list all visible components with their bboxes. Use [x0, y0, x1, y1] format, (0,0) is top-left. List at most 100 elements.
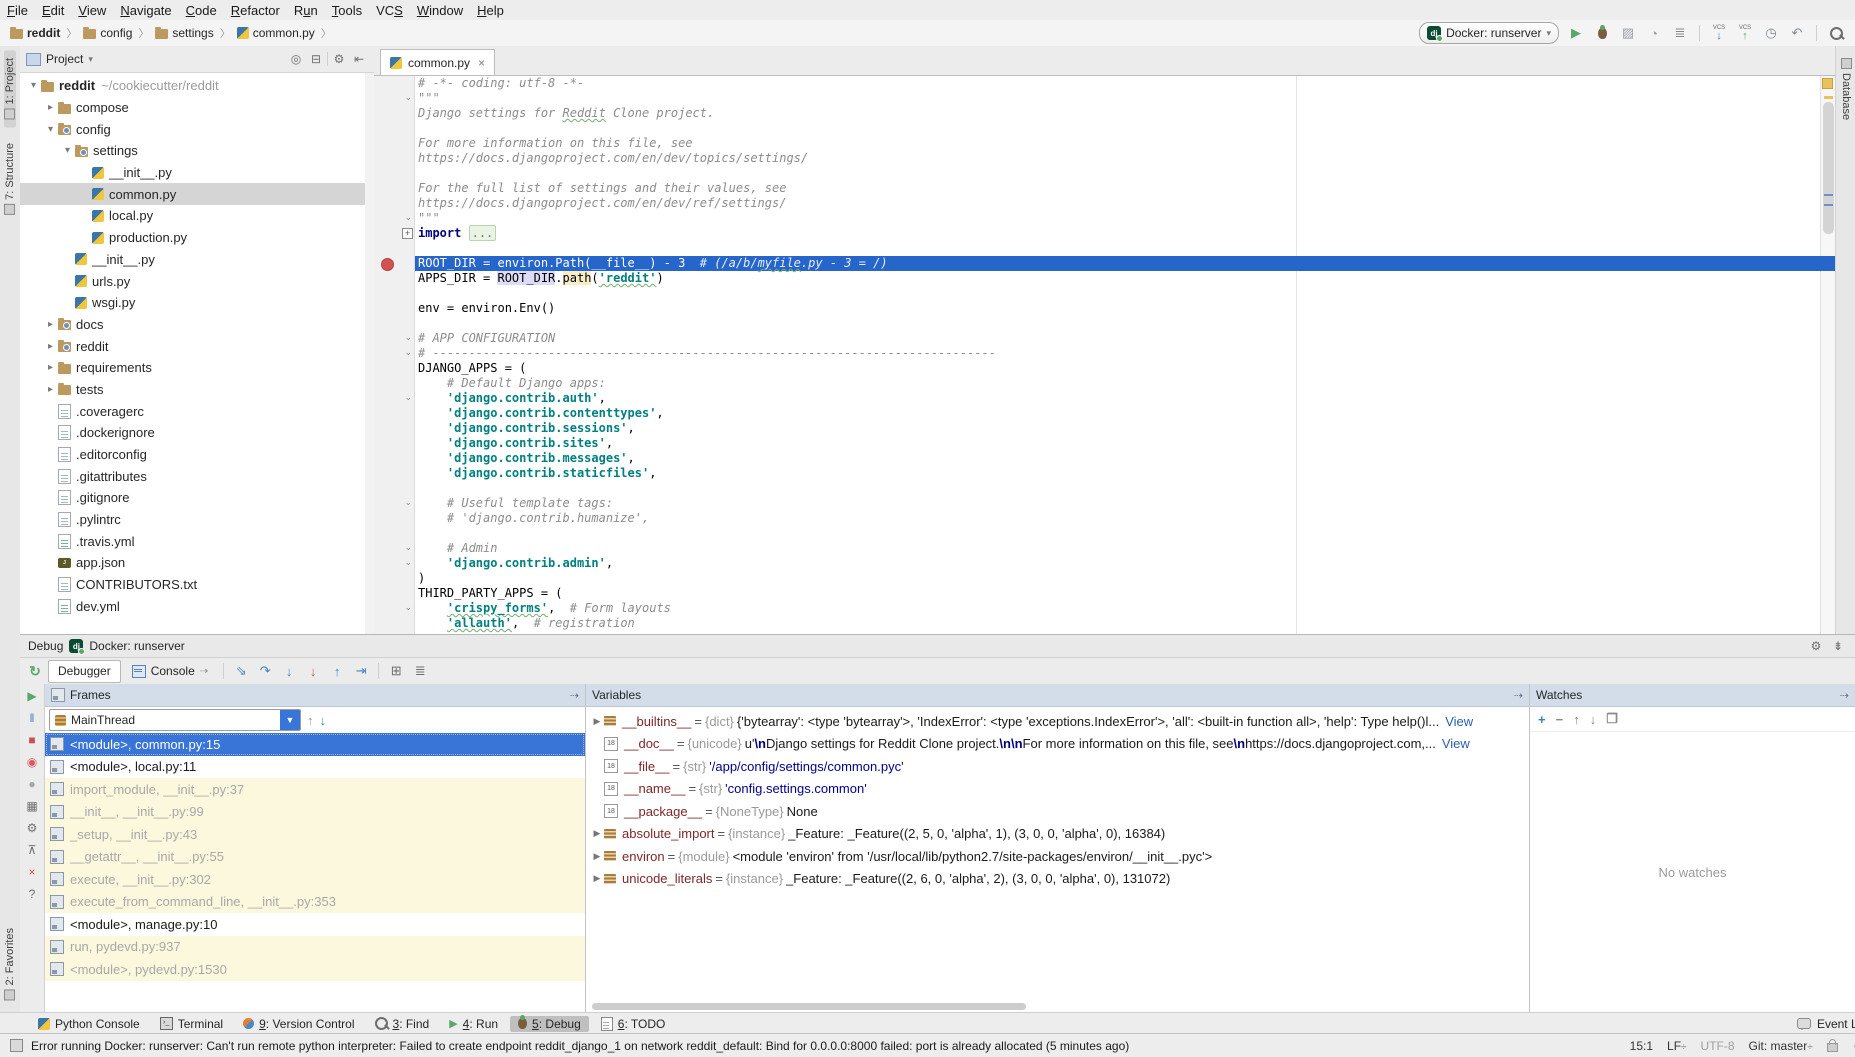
tree-item-common-py[interactable]: common.py — [20, 183, 374, 205]
gutter-row[interactable]: ⌄ — [374, 541, 414, 556]
toolwindow-button-7-structure[interactable]: 7: Structure — [4, 135, 16, 223]
gutter-row[interactable] — [374, 286, 414, 301]
code-line[interactable]: # --------------------------------------… — [418, 346, 1835, 361]
code-line[interactable]: 'crispy_forms', # Form layouts — [418, 601, 1835, 616]
hide-frames-icon[interactable]: ⇢ — [570, 689, 579, 702]
thread-select[interactable]: MainThread ▼ — [49, 709, 301, 731]
toolwindow-toggle-icon[interactable] — [10, 1039, 23, 1052]
step-over-icon[interactable]: ↷ — [254, 663, 276, 679]
gutter-row[interactable]: ⌄ — [374, 346, 414, 361]
gutter-row[interactable] — [374, 316, 414, 331]
code-line[interactable]: # -*- coding: utf-8 -*- — [418, 76, 1835, 91]
hide-panel-icon[interactable]: ⇤ — [350, 52, 368, 66]
next-frame-icon[interactable]: ↓ — [320, 713, 327, 728]
frame-row[interactable]: _setup, __init__.py:43 — [45, 823, 585, 846]
threads-view-icon[interactable]: ≣ — [409, 663, 431, 679]
gutter-row[interactable]: ⌄ — [374, 556, 414, 571]
code-line[interactable] — [418, 481, 1835, 496]
gutter-row[interactable] — [374, 256, 414, 271]
frame-row[interactable]: __init__, __init__.py:99 — [45, 801, 585, 824]
view-breakpoints-icon[interactable]: ◉ — [27, 756, 37, 769]
view-link[interactable]: View — [1442, 736, 1470, 751]
caret-position[interactable]: 15:1 — [1630, 1039, 1653, 1053]
code-line[interactable] — [418, 166, 1835, 181]
tree-item-__init__-py[interactable]: __init__.py — [20, 162, 374, 184]
code-line[interactable]: env = environ.Env() — [418, 301, 1835, 316]
menu-item-help[interactable]: Help — [470, 3, 511, 18]
fold-marker-icon[interactable]: ⌄ — [404, 212, 412, 223]
collapse-all-icon[interactable]: ⊟ — [307, 52, 325, 66]
scroll-to-source-icon[interactable]: ◎ — [287, 52, 305, 66]
variable-row[interactable]: ▶__builtins__={dict}{'bytearray': <type … — [586, 710, 1529, 733]
code-line[interactable] — [418, 121, 1835, 136]
gutter-row[interactable] — [374, 436, 414, 451]
gutter-row[interactable] — [374, 466, 414, 481]
breadcrumb-item-reddit[interactable]: reddit — [8, 26, 62, 40]
view-link[interactable]: View — [1445, 714, 1473, 729]
variable-row[interactable]: 18__package__={NoneType}None — [586, 800, 1529, 823]
hide-debug-panel-icon[interactable]: ⇟ — [1829, 639, 1847, 653]
frame-row[interactable]: execute_from_command_line, __init__.py:3… — [45, 891, 585, 914]
gutter-row[interactable] — [374, 181, 414, 196]
toolwindow-tab-4-run[interactable]: ▶4: Run — [441, 1016, 506, 1032]
menu-item-code[interactable]: Code — [179, 3, 224, 18]
menu-item-window[interactable]: Window — [410, 3, 470, 18]
code-text[interactable]: # -*- coding: utf-8 -*-"""Django setting… — [415, 76, 1835, 634]
menu-item-vcs[interactable]: VCS — [369, 3, 410, 18]
debug-settings-icon[interactable]: ⚙ — [1807, 639, 1825, 653]
project-settings-icon[interactable]: ⚙ — [330, 52, 348, 66]
vcs-commit-icon[interactable]: VCS↑ — [1736, 24, 1754, 42]
editor-scrollbar[interactable] — [1820, 76, 1835, 634]
debug-bug-icon[interactable] — [1593, 24, 1611, 42]
hide-variables-icon[interactable]: ⇢ — [1514, 689, 1523, 702]
unfold-marker-icon[interactable]: + — [402, 228, 413, 239]
close-icon[interactable]: × — [28, 866, 35, 879]
remove-watch-icon[interactable]: − — [1556, 712, 1564, 727]
move-watch-up-icon[interactable]: ↑ — [1573, 712, 1580, 727]
pin-tab-icon[interactable]: ⊼ — [28, 844, 37, 857]
fold-marker-icon[interactable]: ⌄ — [404, 92, 412, 103]
profiler-icon[interactable]: ◔ — [1645, 24, 1663, 42]
run-icon[interactable]: ▶ — [1567, 24, 1585, 42]
menu-item-view[interactable]: View — [71, 3, 113, 18]
code-line[interactable]: 'allauth', # registration — [418, 616, 1835, 631]
gutter-row[interactable] — [374, 361, 414, 376]
gutter-row[interactable]: ⌄ — [374, 211, 414, 226]
gutter-row[interactable] — [374, 616, 414, 631]
fold-marker-icon[interactable]: ⌄ — [404, 347, 412, 358]
rerun-icon[interactable]: ↻ — [24, 663, 46, 680]
code-line[interactable]: import ... — [418, 226, 1835, 241]
code-line[interactable]: ) — [418, 571, 1835, 586]
toolwindow-tab-3-find[interactable]: 3: Find — [367, 1016, 438, 1032]
tree-item--pylintrc[interactable]: .pylintrc — [20, 509, 374, 531]
editor-tab-common-py[interactable]: common.py × — [380, 49, 495, 75]
gutter-row[interactable] — [374, 301, 414, 316]
gutter-row[interactable]: ⌄ — [374, 601, 414, 616]
restore-layout-icon[interactable]: ▦ — [26, 800, 37, 813]
step-into-icon[interactable]: ↓ — [278, 664, 300, 679]
rollback-icon[interactable]: ↶ — [1788, 24, 1806, 42]
tab-debugger[interactable]: Debugger — [48, 660, 121, 683]
menu-item-navigate[interactable]: Navigate — [113, 3, 178, 18]
code-line[interactable]: # Default Django apps: — [418, 376, 1835, 391]
breadcrumb-item-common-py[interactable]: common.py — [235, 26, 317, 40]
tree-item-settings[interactable]: ▾settings — [20, 140, 374, 162]
local-history-icon[interactable]: ◷ — [1762, 24, 1780, 42]
gutter-row[interactable]: ⌄ — [374, 91, 414, 106]
fold-marker-icon[interactable]: ⌄ — [404, 392, 412, 403]
frame-row[interactable]: <module>, manage.py:10 — [45, 913, 585, 936]
gutter-row[interactable] — [374, 106, 414, 121]
code-line[interactable]: # Admin — [418, 541, 1835, 556]
hide-watches-icon[interactable]: ⇢ — [1840, 689, 1849, 702]
code-line[interactable]: 'django.contrib.messages', — [418, 451, 1835, 466]
tree-item-app-json[interactable]: Japp.json — [20, 552, 374, 574]
tree-item--dockerignore[interactable]: .dockerignore — [20, 422, 374, 444]
gutter-row[interactable] — [374, 241, 414, 256]
gutter-row[interactable] — [374, 151, 414, 166]
tree-item-config[interactable]: ▾config — [20, 118, 374, 140]
tree-item-compose[interactable]: ▸compose — [20, 97, 374, 119]
gutter-row[interactable] — [374, 586, 414, 601]
copy-watch-icon[interactable]: ❐ — [1606, 711, 1618, 727]
code-line[interactable]: # APP CONFIGURATION — [418, 331, 1835, 346]
code-line[interactable]: """ — [418, 211, 1835, 226]
